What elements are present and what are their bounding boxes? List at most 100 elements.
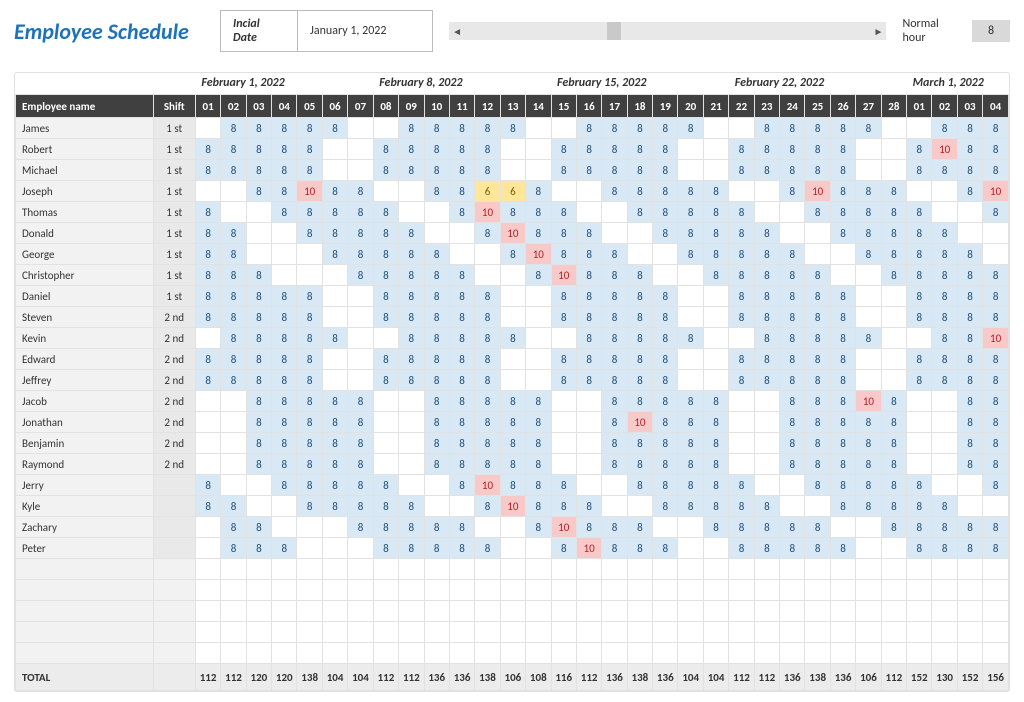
hours-cell[interactable] bbox=[932, 622, 957, 643]
hours-cell[interactable]: 8 bbox=[373, 286, 398, 307]
hours-cell[interactable]: 8 bbox=[881, 265, 906, 286]
hours-cell[interactable] bbox=[322, 307, 347, 328]
hours-cell[interactable]: 8 bbox=[754, 286, 779, 307]
hours-cell[interactable]: 8 bbox=[983, 517, 1009, 538]
hours-cell[interactable] bbox=[526, 349, 551, 370]
hours-cell[interactable] bbox=[500, 307, 525, 328]
hours-cell[interactable] bbox=[221, 391, 246, 412]
hours-cell[interactable]: 8 bbox=[195, 202, 220, 223]
hours-cell[interactable]: 8 bbox=[983, 265, 1009, 286]
hours-cell[interactable] bbox=[983, 580, 1009, 601]
hours-cell[interactable]: 8 bbox=[729, 370, 754, 391]
hours-cell[interactable]: 8 bbox=[602, 391, 627, 412]
hours-cell[interactable]: 8 bbox=[805, 139, 830, 160]
hours-cell[interactable]: 8 bbox=[678, 412, 703, 433]
hours-cell[interactable] bbox=[297, 643, 322, 664]
hours-cell[interactable]: 8 bbox=[754, 349, 779, 370]
hours-cell[interactable] bbox=[856, 580, 881, 601]
hours-cell[interactable] bbox=[500, 139, 525, 160]
hours-cell[interactable] bbox=[500, 349, 525, 370]
hours-cell[interactable]: 8 bbox=[297, 475, 322, 496]
hours-cell[interactable] bbox=[830, 601, 855, 622]
hours-cell[interactable]: 8 bbox=[399, 118, 424, 139]
hours-cell[interactable] bbox=[576, 622, 601, 643]
hours-cell[interactable] bbox=[856, 517, 881, 538]
hours-cell[interactable]: 8 bbox=[983, 538, 1009, 559]
hours-cell[interactable] bbox=[246, 223, 271, 244]
hours-cell[interactable]: 8 bbox=[424, 370, 449, 391]
hours-cell[interactable] bbox=[780, 622, 805, 643]
hours-cell[interactable] bbox=[526, 538, 551, 559]
hours-cell[interactable]: 8 bbox=[983, 286, 1009, 307]
hours-cell[interactable]: 8 bbox=[957, 349, 982, 370]
hours-cell[interactable]: 8 bbox=[322, 223, 347, 244]
hours-cell[interactable] bbox=[246, 559, 271, 580]
hours-cell[interactable] bbox=[322, 370, 347, 391]
hours-cell[interactable]: 8 bbox=[627, 328, 652, 349]
hours-cell[interactable] bbox=[373, 622, 398, 643]
hours-cell[interactable]: 8 bbox=[475, 223, 500, 244]
hours-cell[interactable]: 8 bbox=[221, 118, 246, 139]
hours-cell[interactable]: 8 bbox=[246, 307, 271, 328]
hours-cell[interactable]: 8 bbox=[907, 475, 932, 496]
hours-cell[interactable]: 8 bbox=[703, 454, 728, 475]
hours-cell[interactable]: 8 bbox=[653, 160, 678, 181]
hours-cell[interactable] bbox=[500, 622, 525, 643]
scroll-left-icon[interactable]: ◄ bbox=[449, 25, 465, 38]
hours-cell[interactable]: 8 bbox=[830, 139, 855, 160]
hours-cell[interactable] bbox=[703, 307, 728, 328]
hours-cell[interactable]: 8 bbox=[907, 349, 932, 370]
hours-cell[interactable]: 8 bbox=[678, 454, 703, 475]
hours-cell[interactable]: 8 bbox=[500, 454, 525, 475]
hours-cell[interactable]: 8 bbox=[602, 307, 627, 328]
hours-cell[interactable]: 8 bbox=[602, 181, 627, 202]
hours-cell[interactable]: 8 bbox=[526, 391, 551, 412]
hours-cell[interactable]: 8 bbox=[653, 202, 678, 223]
hours-cell[interactable] bbox=[932, 454, 957, 475]
scroll-track[interactable] bbox=[465, 22, 870, 40]
hours-cell[interactable] bbox=[627, 244, 652, 265]
hours-cell[interactable] bbox=[932, 181, 957, 202]
hours-cell[interactable] bbox=[830, 244, 855, 265]
hours-cell[interactable]: 8 bbox=[830, 538, 855, 559]
hours-cell[interactable] bbox=[500, 538, 525, 559]
hours-cell[interactable] bbox=[272, 517, 297, 538]
hours-cell[interactable] bbox=[729, 118, 754, 139]
hours-cell[interactable]: 8 bbox=[500, 475, 525, 496]
hours-cell[interactable]: 8 bbox=[272, 454, 297, 475]
hours-cell[interactable]: 6 bbox=[475, 181, 500, 202]
hours-cell[interactable] bbox=[322, 559, 347, 580]
hours-cell[interactable] bbox=[221, 181, 246, 202]
hours-cell[interactable]: 8 bbox=[856, 118, 881, 139]
hours-cell[interactable]: 8 bbox=[805, 538, 830, 559]
hours-cell[interactable] bbox=[703, 328, 728, 349]
hours-cell[interactable]: 8 bbox=[856, 433, 881, 454]
hours-cell[interactable]: 8 bbox=[602, 118, 627, 139]
hours-cell[interactable] bbox=[424, 580, 449, 601]
hours-cell[interactable]: 8 bbox=[602, 328, 627, 349]
hours-cell[interactable]: 8 bbox=[399, 370, 424, 391]
hours-cell[interactable] bbox=[754, 181, 779, 202]
hours-cell[interactable]: 8 bbox=[602, 454, 627, 475]
hours-cell[interactable] bbox=[195, 433, 220, 454]
hours-cell[interactable]: 8 bbox=[653, 349, 678, 370]
hours-cell[interactable]: 8 bbox=[907, 307, 932, 328]
hours-cell[interactable] bbox=[805, 244, 830, 265]
hours-cell[interactable] bbox=[703, 286, 728, 307]
hours-cell[interactable]: 8 bbox=[805, 118, 830, 139]
hours-cell[interactable] bbox=[678, 517, 703, 538]
hours-cell[interactable]: 8 bbox=[373, 475, 398, 496]
hours-cell[interactable]: 8 bbox=[551, 496, 576, 517]
hours-cell[interactable] bbox=[246, 475, 271, 496]
hours-cell[interactable]: 8 bbox=[221, 496, 246, 517]
hours-cell[interactable]: 10 bbox=[526, 244, 551, 265]
hours-cell[interactable]: 8 bbox=[602, 370, 627, 391]
hours-cell[interactable]: 10 bbox=[475, 202, 500, 223]
hours-cell[interactable] bbox=[221, 643, 246, 664]
hours-cell[interactable]: 8 bbox=[881, 517, 906, 538]
hours-cell[interactable] bbox=[526, 160, 551, 181]
hours-cell[interactable]: 8 bbox=[576, 265, 601, 286]
hours-cell[interactable] bbox=[678, 643, 703, 664]
hours-cell[interactable] bbox=[678, 286, 703, 307]
hours-cell[interactable]: 10 bbox=[576, 538, 601, 559]
